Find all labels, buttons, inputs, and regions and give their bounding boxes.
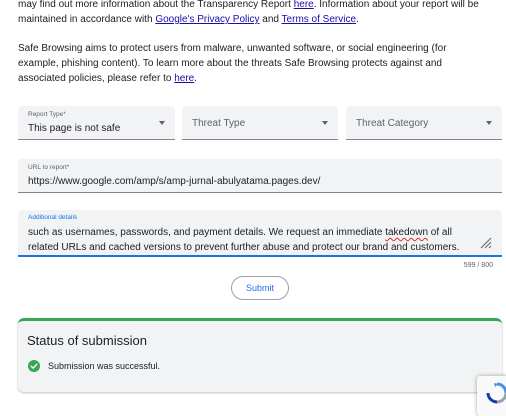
intro-text: . xyxy=(194,73,197,84)
threat-category-select[interactable]: Threat Category xyxy=(346,106,502,140)
spellcheck-word[interactable]: takedown xyxy=(385,227,428,238)
report-type-select[interactable]: Report Type* This page is not safe xyxy=(18,106,175,140)
report-type-value: This page is not safe xyxy=(28,123,121,134)
dropdown-arrow-icon xyxy=(322,121,328,125)
threat-category-placeholder: Threat Category xyxy=(356,118,429,129)
report-type-label: Report Type* xyxy=(28,111,66,118)
intro-text: . xyxy=(356,14,359,25)
details-text: such as usernames, passwords, and paymen… xyxy=(28,227,386,238)
intro-text: and xyxy=(259,14,282,25)
submit-button[interactable]: Submit xyxy=(231,276,289,300)
privacy-policy-link[interactable]: Google's Privacy Policy xyxy=(155,14,259,25)
details-field-label: Additional details xyxy=(28,214,78,221)
details-field-value[interactable]: such as usernames, passwords, and paymen… xyxy=(28,225,483,255)
submission-status-card: Status of submission Submission was succ… xyxy=(18,318,502,392)
url-to-report-field[interactable]: URL to report* https://www.google.com/am… xyxy=(18,159,502,193)
recaptcha-badge[interactable] xyxy=(477,376,506,416)
threats-policy-link[interactable]: here xyxy=(174,73,194,84)
recaptcha-icon xyxy=(486,382,506,404)
check-circle-icon xyxy=(28,360,40,372)
resize-handle-icon[interactable] xyxy=(480,237,492,249)
status-message: Submission was successful. xyxy=(48,361,161,371)
intro-paragraph-safe-browsing: Safe Browsing aims to protect users from… xyxy=(18,41,488,86)
threat-type-placeholder: Threat Type xyxy=(192,118,246,129)
intro-text: Safe Browsing aims to protect users from… xyxy=(18,43,447,84)
additional-details-textarea[interactable]: Additional details such as usernames, pa… xyxy=(18,210,502,257)
status-title: Status of submission xyxy=(27,333,147,348)
intro-text: may find out more information about the … xyxy=(18,0,294,10)
threat-type-select[interactable]: Threat Type xyxy=(182,106,338,140)
transparency-report-link[interactable]: here xyxy=(294,0,314,10)
intro-paragraph-privacy: may find out more information about the … xyxy=(18,0,488,27)
dropdown-arrow-icon xyxy=(486,121,492,125)
url-field-value[interactable]: https://www.google.com/amp/s/amp-jurnal-… xyxy=(28,176,320,187)
character-counter: 599 / 800 xyxy=(463,262,493,269)
url-field-label: URL to report* xyxy=(28,164,70,171)
terms-of-service-link[interactable]: Terms of Service xyxy=(282,14,356,25)
dropdown-arrow-icon xyxy=(159,121,165,125)
